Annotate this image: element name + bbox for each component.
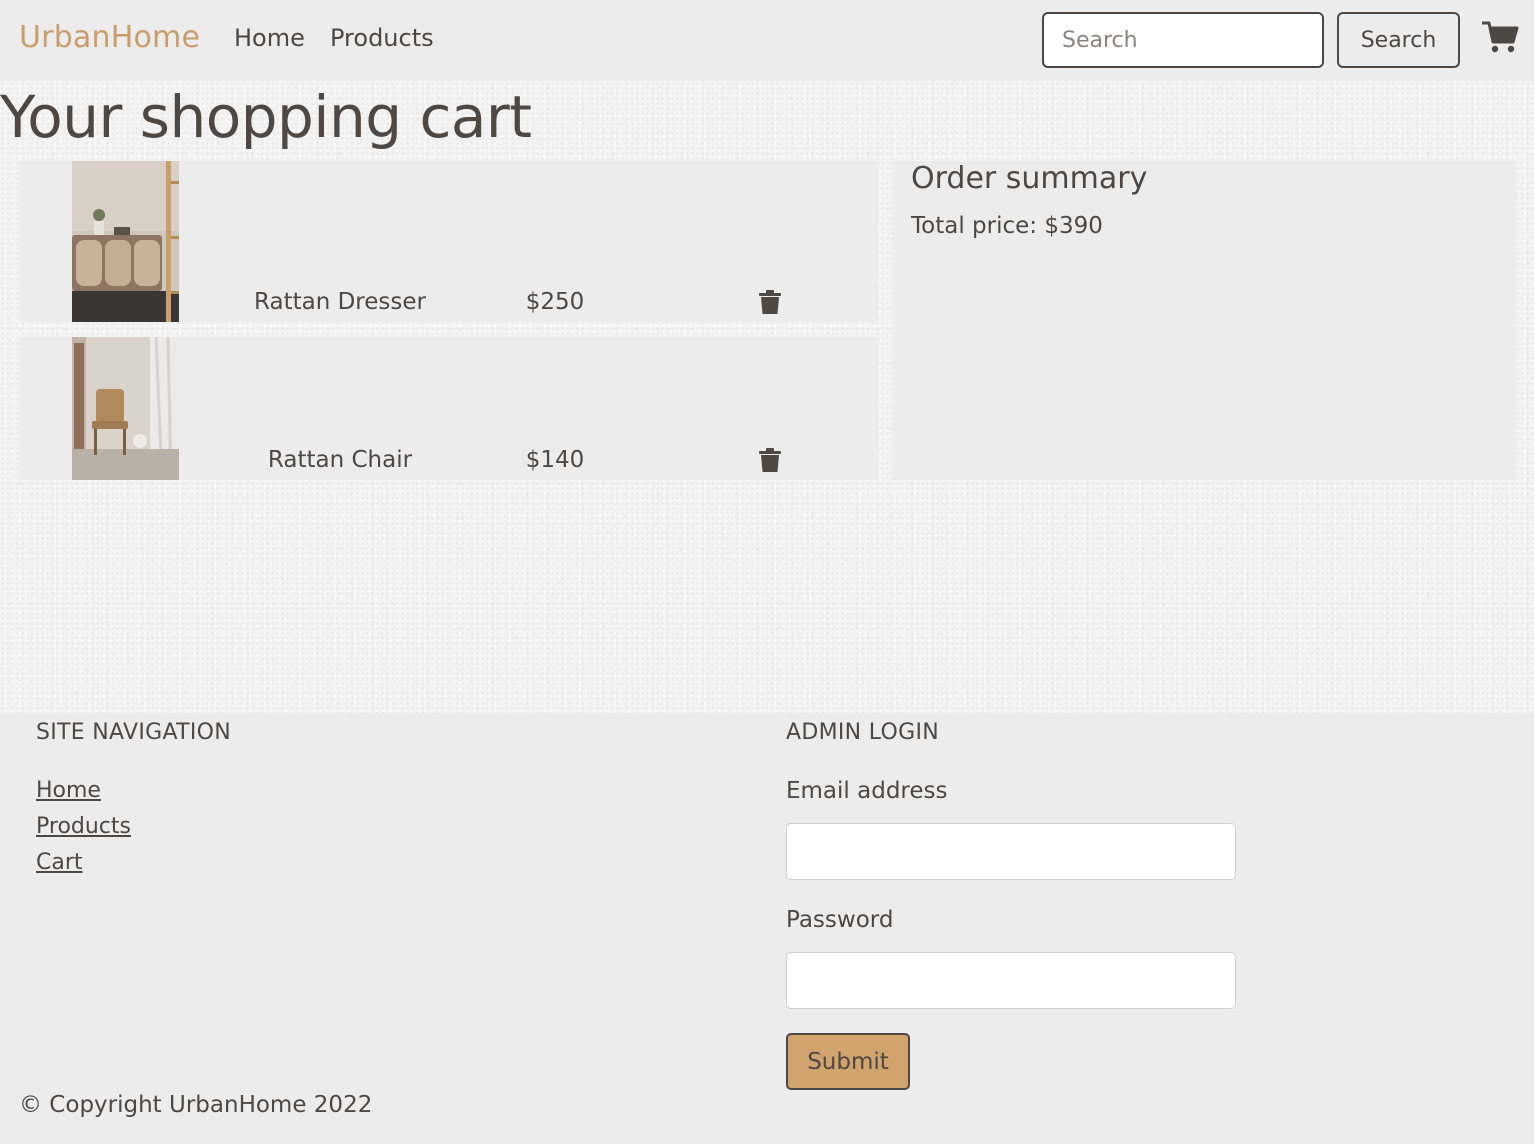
footer-nav-item: Home	[36, 778, 131, 814]
password-label: Password	[786, 907, 894, 933]
cart-item: Rattan Chair $140	[19, 337, 878, 480]
admin-login-heading: ADMIN LOGIN	[786, 720, 939, 745]
top-navbar: UrbanHome Home Products Search	[0, 0, 1534, 81]
footer-link-products[interactable]: Products	[36, 814, 131, 839]
cart-item-name: Rattan Dresser	[254, 289, 426, 315]
submit-button[interactable]: Submit	[786, 1033, 910, 1090]
rattan-chair-photo	[72, 337, 179, 480]
order-total-price: Total price: $390	[911, 213, 1103, 239]
email-field[interactable]	[786, 823, 1236, 880]
page-footer: SITE NAVIGATION Home Products Cart ADMIN…	[0, 714, 1534, 1144]
footer-link-home[interactable]: Home	[36, 778, 101, 803]
password-field[interactable]	[786, 952, 1236, 1009]
brand-logo-link[interactable]: UrbanHome	[19, 20, 200, 55]
footer-nav-item: Products	[36, 814, 131, 850]
order-summary-panel: Order summary Total price: $390	[893, 161, 1517, 480]
order-summary-title: Order summary	[911, 161, 1148, 196]
nav-link-home[interactable]: Home	[234, 24, 305, 52]
footer-link-cart[interactable]: Cart	[36, 850, 83, 875]
footer-nav-list: Home Products Cart	[36, 778, 131, 886]
cart-item-price: $250	[525, 289, 585, 315]
email-label: Email address	[786, 778, 948, 804]
search-button[interactable]: Search	[1337, 12, 1460, 68]
trash-icon[interactable]	[759, 448, 781, 473]
site-navigation-heading: SITE NAVIGATION	[36, 720, 232, 745]
nav-link-products[interactable]: Products	[330, 24, 434, 52]
rattan-dresser-photo	[72, 161, 179, 322]
shopping-cart-icon[interactable]	[1481, 20, 1520, 54]
cart-item: Rattan Dresser $250	[19, 161, 878, 322]
trash-icon[interactable]	[759, 290, 781, 315]
cart-main-section: Your shopping cart Rattan Dresser $250 R…	[0, 81, 1534, 714]
search-input[interactable]	[1042, 12, 1324, 68]
page-title: Your shopping cart	[0, 83, 532, 151]
cart-item-price: $140	[525, 447, 585, 473]
footer-nav-item: Cart	[36, 850, 131, 886]
copyright-text: © Copyright UrbanHome 2022	[19, 1092, 373, 1118]
cart-item-name: Rattan Chair	[267, 447, 413, 473]
